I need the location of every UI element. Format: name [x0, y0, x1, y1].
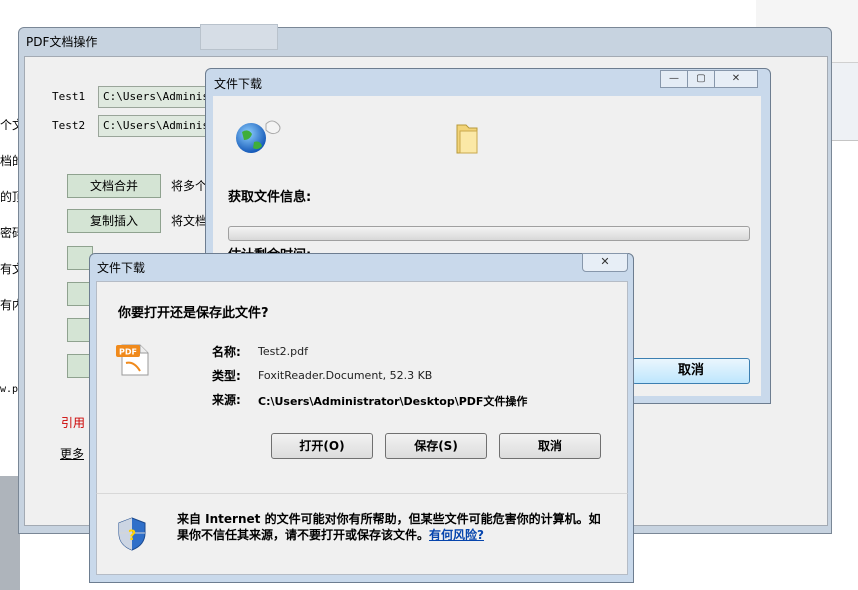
test2-label: Test2 [52, 119, 86, 132]
security-shield-icon: ? [118, 517, 146, 551]
svg-text:?: ? [128, 528, 136, 544]
background-text-fragment: 有内 [0, 298, 20, 312]
pdf-window-title: PDF文档操作 [26, 35, 98, 49]
open-button[interactable]: 打开(O) [271, 433, 373, 459]
background-text-fragment: 的顶 [0, 190, 20, 204]
pdf-icon-text: PDF [119, 348, 137, 357]
getting-file-info-label: 获取文件信息: [228, 190, 312, 205]
download-progress-bar [228, 226, 750, 241]
download-window-caption-buttons: — ▢ ✕ [660, 70, 758, 88]
copy-insert-button[interactable]: 复制插入 [67, 209, 161, 233]
download-window-title: 文件下载 [214, 77, 263, 91]
background-window-strip [346, 8, 740, 28]
file-name-label: 名称: [212, 345, 241, 359]
security-warning: 来自 Internet 的文件可能对你有所帮助，但某些文件可能危害你的计算机。如… [177, 511, 607, 543]
cite-text: 引用 [61, 416, 86, 430]
cancel-button[interactable]: 取消 [499, 433, 601, 459]
file-source-value: C:\Users\Administrator\Desktop\PDF文件操作 [258, 395, 528, 408]
background-text-fragment: 有文 [0, 262, 20, 276]
file-source-label: 来源: [212, 393, 241, 407]
background-button [200, 24, 278, 50]
save-question: 你要打开还是保存此文件? [118, 306, 269, 321]
file-type-label: 类型: [212, 369, 241, 383]
test1-path-field[interactable]: C:\Users\Administ [98, 86, 214, 108]
test2-path-field[interactable]: C:\Users\Administ [98, 115, 214, 137]
background-text-fragment: w.p [0, 384, 19, 395]
what-is-the-risk-link[interactable]: 有何风险? [429, 528, 484, 542]
background-text-fragment: 密码 [0, 226, 20, 240]
test1-label: Test1 [52, 90, 86, 103]
download-cancel-button[interactable]: 取消 [632, 358, 750, 384]
file-type-value: FoxitReader.Document, 52.3 KB [258, 369, 433, 382]
insert-description: 将文档 [171, 214, 205, 228]
save-dialog-close-button[interactable]: ✕ [582, 253, 628, 272]
background-text-fragment: 个文 [0, 118, 20, 132]
save-button[interactable]: 保存(S) [385, 433, 487, 459]
minimize-button[interactable]: — [660, 70, 688, 88]
close-button[interactable]: ✕ [714, 70, 758, 88]
merge-description: 将多个 [171, 179, 205, 193]
pdf-file-icon: PDF [116, 344, 149, 376]
background-text-fragment: 档的 [0, 154, 20, 168]
maximize-button[interactable]: ▢ [687, 70, 715, 88]
globe-download-icon [236, 120, 281, 153]
save-dialog-title: 文件下载 [97, 261, 146, 275]
folder-icon [456, 124, 478, 154]
merge-documents-button[interactable]: 文档合并 [67, 174, 161, 198]
desktop-background [0, 476, 20, 590]
file-name-value: Test2.pdf [258, 345, 308, 358]
security-warning-text: 来自 Internet 的文件可能对你有所帮助，但某些文件可能危害你的计算机。如… [177, 512, 601, 542]
more-link[interactable]: 更多 [60, 445, 84, 462]
